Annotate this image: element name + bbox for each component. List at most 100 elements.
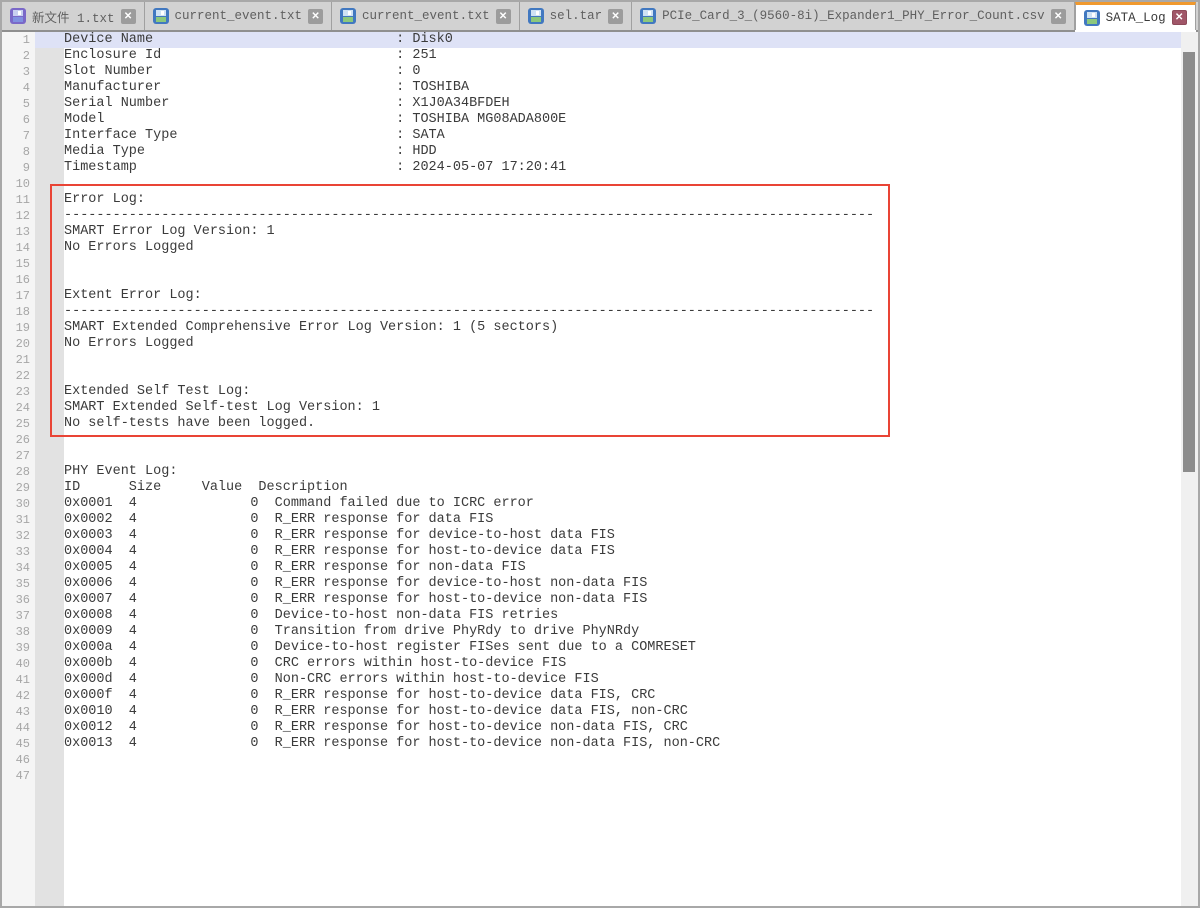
editor-line[interactable]: 1 Device Name : Disk0	[2, 32, 1198, 48]
close-icon[interactable]: ✕	[308, 9, 323, 24]
vertical-scrollbar[interactable]	[1181, 32, 1198, 906]
tab-pcie-card-csv[interactable]: PCIe_Card_3_(9560-8i)_Expander1_PHY_Erro…	[632, 2, 1075, 30]
editor-line[interactable]: 28 PHY Event Log:	[2, 464, 1198, 480]
editor-line[interactable]: 7 Interface Type : SATA	[2, 128, 1198, 144]
editor-line[interactable]: 39 0x000a 4 0 Device-to-host register FI…	[2, 640, 1198, 656]
line-text: 0x000f 4 0 R_ERR response for host-to-de…	[64, 688, 1198, 704]
line-text: SMART Extended Comprehensive Error Log V…	[64, 320, 1198, 336]
editor-line[interactable]: 3 Slot Number : 0	[2, 64, 1198, 80]
editor-line[interactable]: 30 0x0001 4 0 Command failed due to ICRC…	[2, 496, 1198, 512]
tab-current-event-1[interactable]: current_event.txt ✕	[145, 2, 333, 30]
editor-line[interactable]: 35 0x0006 4 0 R_ERR response for device-…	[2, 576, 1198, 592]
editor-line[interactable]: 22	[2, 368, 1198, 384]
editor-line[interactable]: 11 Error Log:	[2, 192, 1198, 208]
editor-line[interactable]: 20 No Errors Logged	[2, 336, 1198, 352]
tab-current-event-2[interactable]: current_event.txt ✕	[332, 2, 520, 30]
line-text: Timestamp : 2024-05-07 17:20:41	[64, 160, 1198, 176]
gutter-margin	[35, 288, 64, 304]
editor-line[interactable]: 2 Enclosure Id : 251	[2, 48, 1198, 64]
close-icon[interactable]: ✕	[608, 9, 623, 24]
editor-line[interactable]: 42 0x000f 4 0 R_ERR response for host-to…	[2, 688, 1198, 704]
editor-line[interactable]: 34 0x0005 4 0 R_ERR response for non-dat…	[2, 560, 1198, 576]
editor-line[interactable]: 9 Timestamp : 2024-05-07 17:20:41	[2, 160, 1198, 176]
editor-line[interactable]: 26	[2, 432, 1198, 448]
close-icon[interactable]: ✕	[496, 9, 511, 24]
line-number: 44	[2, 720, 35, 736]
editor-line[interactable]: 8 Media Type : HDD	[2, 144, 1198, 160]
editor-line[interactable]: 24 SMART Extended Self-test Log Version:…	[2, 400, 1198, 416]
editor-line[interactable]: 21	[2, 352, 1198, 368]
gutter-margin	[35, 272, 64, 288]
tab-sel-tar[interactable]: sel.tar ✕	[520, 2, 633, 30]
tab-sata-log[interactable]: SATA_Log ✕	[1075, 2, 1196, 30]
editor-line[interactable]: 38 0x0009 4 0 Transition from drive PhyR…	[2, 624, 1198, 640]
gutter-margin	[35, 208, 64, 224]
close-icon[interactable]: ✕	[1172, 10, 1187, 25]
editor-line[interactable]: 27	[2, 448, 1198, 464]
close-icon[interactable]: ✕	[1051, 9, 1066, 24]
editor-line[interactable]: 29 ID Size Value Description	[2, 480, 1198, 496]
line-number: 25	[2, 416, 35, 432]
gutter-margin	[35, 128, 64, 144]
gutter-margin	[35, 736, 64, 752]
editor-line[interactable]: 25 No self-tests have been logged.	[2, 416, 1198, 432]
floppy-disk-icon	[528, 8, 544, 24]
line-text: ----------------------------------------…	[64, 304, 1198, 320]
editor-line[interactable]: 41 0x000d 4 0 Non-CRC errors within host…	[2, 672, 1198, 688]
line-text	[64, 352, 1198, 368]
line-number: 23	[2, 384, 35, 400]
editor-line[interactable]: 32 0x0003 4 0 R_ERR response for device-…	[2, 528, 1198, 544]
editor-line[interactable]: 10	[2, 176, 1198, 192]
editor-line[interactable]: 13 SMART Error Log Version: 1	[2, 224, 1198, 240]
editor-line[interactable]: 5 Serial Number : X1J0A34BFDEH	[2, 96, 1198, 112]
gutter-margin	[35, 512, 64, 528]
editor-line[interactable]: 36 0x0007 4 0 R_ERR response for host-to…	[2, 592, 1198, 608]
editor-line[interactable]	[2, 784, 1198, 906]
editor-line[interactable]: 16	[2, 272, 1198, 288]
line-number: 43	[2, 704, 35, 720]
line-number: 12	[2, 208, 35, 224]
editor-line[interactable]: 6 Model : TOSHIBA MG08ADA800E	[2, 112, 1198, 128]
gutter-margin	[35, 48, 64, 64]
tab-new-file-1[interactable]: 新文件 1.txt ✕	[2, 2, 145, 30]
gutter-margin	[35, 384, 64, 400]
editor-line[interactable]: 17 Extent Error Log:	[2, 288, 1198, 304]
close-icon[interactable]: ✕	[121, 9, 136, 24]
line-text: 0x000a 4 0 Device-to-host register FISes…	[64, 640, 1198, 656]
line-number: 9	[2, 160, 35, 176]
editor-line[interactable]: 14 No Errors Logged	[2, 240, 1198, 256]
editor-line[interactable]: 33 0x0004 4 0 R_ERR response for host-to…	[2, 544, 1198, 560]
line-text: Serial Number : X1J0A34BFDEH	[64, 96, 1198, 112]
editor-window: 新文件 1.txt ✕ current_event.txt ✕ current_…	[0, 0, 1200, 908]
editor-line[interactable]: 46	[2, 752, 1198, 768]
line-text: 0x0010 4 0 R_ERR response for host-to-de…	[64, 704, 1198, 720]
editor-line[interactable]: 4 Manufacturer : TOSHIBA	[2, 80, 1198, 96]
editor-line[interactable]: 47	[2, 768, 1198, 784]
floppy-disk-icon	[153, 8, 169, 24]
line-text: SMART Error Log Version: 1	[64, 224, 1198, 240]
tab-label: current_event.txt	[362, 9, 490, 23]
editor-line[interactable]: 18 -------------------------------------…	[2, 304, 1198, 320]
line-number: 31	[2, 512, 35, 528]
editor-line[interactable]: 40 0x000b 4 0 CRC errors within host-to-…	[2, 656, 1198, 672]
editor-line[interactable]: 43 0x0010 4 0 R_ERR response for host-to…	[2, 704, 1198, 720]
editor-line[interactable]: 15	[2, 256, 1198, 272]
line-text: SMART Extended Self-test Log Version: 1	[64, 400, 1198, 416]
editor-line[interactable]: 31 0x0002 4 0 R_ERR response for data FI…	[2, 512, 1198, 528]
editor-line[interactable]: 44 0x0012 4 0 R_ERR response for host-to…	[2, 720, 1198, 736]
editor-line[interactable]: 37 0x0008 4 0 Device-to-host non-data FI…	[2, 608, 1198, 624]
editor-line[interactable]: 19 SMART Extended Comprehensive Error Lo…	[2, 320, 1198, 336]
gutter-margin	[35, 704, 64, 720]
scrollbar-thumb[interactable]	[1183, 52, 1195, 472]
gutter-margin	[35, 160, 64, 176]
editor-line[interactable]: 23 Extended Self Test Log:	[2, 384, 1198, 400]
tab-label: current_event.txt	[175, 9, 303, 23]
line-number: 38	[2, 624, 35, 640]
line-number: 5	[2, 96, 35, 112]
gutter-margin	[35, 112, 64, 128]
editor-line[interactable]: 12 -------------------------------------…	[2, 208, 1198, 224]
text-editor[interactable]: 1 Device Name : Disk0 2 Enclosure Id : 2…	[2, 32, 1198, 906]
editor-line[interactable]: 45 0x0013 4 0 R_ERR response for host-to…	[2, 736, 1198, 752]
line-number: 16	[2, 272, 35, 288]
line-number: 26	[2, 432, 35, 448]
